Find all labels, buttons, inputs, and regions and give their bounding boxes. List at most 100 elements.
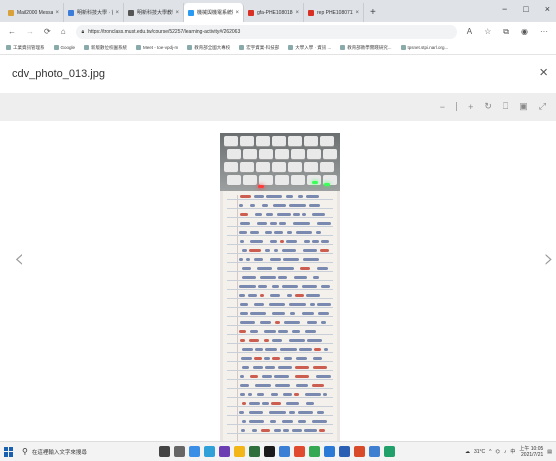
- photo-handwriting-stroke: [296, 384, 308, 387]
- next-image-button[interactable]: ›: [544, 244, 554, 274]
- taskbar-app-icon[interactable]: [219, 446, 230, 457]
- bookmark-item[interactable]: 工業資訊管理系: [6, 45, 45, 51]
- tab-close-icon[interactable]: ×: [175, 10, 179, 16]
- collections-icon[interactable]: ⧉: [503, 27, 509, 37]
- tab-favicon-icon: [308, 9, 314, 16]
- profile-icon[interactable]: ◉: [521, 27, 528, 37]
- taskbar-app-icon[interactable]: [339, 446, 350, 457]
- actual-size-icon[interactable]: ▣: [519, 101, 528, 112]
- browser-tab[interactable]: 明新科技大學 · 首頁×: [64, 3, 124, 22]
- address-bar[interactable]: 🔒︎ https://tronclass.must.edu.tw/course/…: [75, 24, 457, 39]
- photo-handwriting-stroke: [250, 231, 259, 234]
- home-icon[interactable]: ⌂: [61, 27, 66, 36]
- viewer-close-button[interactable]: ×: [539, 64, 548, 81]
- rotate-icon[interactable]: ↻: [484, 101, 492, 112]
- bookmarks-bar: 工業資訊管理系 Google 新版數位校園系統 Meet - toe-vpdj-m 教育…: [0, 41, 556, 55]
- photo-handwriting-stroke: [303, 249, 317, 252]
- network-icon[interactable]: ⌬: [495, 449, 499, 455]
- favorite-icon[interactable]: ☆: [484, 27, 491, 37]
- taskbar-app-icon[interactable]: [249, 446, 260, 457]
- browser-tab[interactable]: 明新科技大學教學資源平台×: [124, 3, 184, 22]
- tab-title: Mail2000 Message System: [17, 9, 54, 16]
- photo-ruled-line: [227, 307, 333, 308]
- tab-close-icon[interactable]: ×: [295, 10, 299, 16]
- photo-key-shape: [256, 162, 270, 172]
- photo-handwriting-stroke: [283, 393, 292, 396]
- taskbar-app-icon[interactable]: [294, 446, 305, 457]
- fullscreen-icon[interactable]: ⤢: [539, 101, 546, 112]
- tray-chevron-icon[interactable]: ^: [489, 449, 491, 455]
- photo-handwriting-stroke: [240, 240, 244, 243]
- photo-handwriting-stroke: [240, 195, 251, 198]
- tab-close-icon[interactable]: ×: [55, 10, 59, 16]
- bookmark-item[interactable]: 教育部全國大專校: [187, 45, 230, 51]
- taskbar: ⚲ 在這裡輸入文字來搜尋 ☁ 31°C ^ ⌬ ♪ 中 上午 10:05 202…: [0, 441, 556, 461]
- read-aloud-icon[interactable]: A: [467, 27, 472, 37]
- tab-close-icon[interactable]: ×: [355, 10, 359, 16]
- taskbar-app-icon[interactable]: [354, 446, 365, 457]
- close-window-button[interactable]: ×: [545, 4, 550, 14]
- taskbar-app-icon[interactable]: [264, 446, 275, 457]
- input-method[interactable]: 中: [510, 448, 515, 455]
- photo-handwriting-stroke: [242, 348, 253, 351]
- taskbar-app-icon[interactable]: [189, 446, 200, 457]
- maximize-button[interactable]: □: [523, 4, 528, 14]
- taskbar-app-icon[interactable]: [309, 446, 320, 457]
- weather-icon[interactable]: ☁: [465, 449, 470, 455]
- photo-ruled-line: [227, 352, 333, 353]
- photo-handwriting-stroke: [262, 402, 269, 405]
- back-icon[interactable]: ←: [8, 27, 16, 36]
- taskbar-app-icon[interactable]: [234, 446, 245, 457]
- zoom-in-icon[interactable]: +: [468, 102, 473, 112]
- tab-close-icon[interactable]: ×: [115, 10, 119, 16]
- reload-icon[interactable]: ⟳: [44, 27, 51, 36]
- photo-handwriting-stroke: [240, 339, 245, 342]
- taskbar-search[interactable]: ⚲ 在這裡輸入文字來搜尋: [19, 444, 154, 460]
- clock-date: 2021/7/21: [521, 451, 544, 458]
- bookmark-item[interactable]: 新版數位校園系統: [84, 45, 127, 51]
- zoom-out-icon[interactable]: −: [440, 102, 445, 112]
- bookmark-label: tpsnet.stpi.narl.org...: [407, 45, 449, 50]
- taskbar-app-icon[interactable]: [369, 446, 380, 457]
- volume-icon[interactable]: ♪: [504, 449, 507, 455]
- photo-handwriting-stroke: [271, 393, 278, 396]
- windows-start-icon[interactable]: [4, 446, 14, 457]
- forward-icon[interactable]: →: [26, 27, 34, 36]
- bookmark-item[interactable]: 大學入學 · 資訊 ...: [288, 45, 331, 51]
- bookmark-item[interactable]: 宏宇資業-科技部: [239, 45, 279, 51]
- photo-key-shape: [304, 136, 318, 146]
- browser-tab[interactable]: rep PHE1080711.pdf×: [304, 3, 364, 22]
- new-tab-button[interactable]: +: [370, 3, 376, 22]
- bookmark-item[interactable]: 教育部教學實踐研究...: [340, 45, 392, 51]
- taskbar-app-icon[interactable]: [324, 446, 335, 457]
- photo-handwriting-stroke: [265, 249, 270, 252]
- taskbar-app-icon[interactable]: [204, 446, 215, 457]
- bookmark-item[interactable]: Meet - toe-vpdj-m: [136, 45, 178, 50]
- photo-handwriting-stroke: [250, 312, 266, 315]
- more-menu-icon[interactable]: ···: [540, 27, 548, 37]
- photo-handwriting-stroke: [266, 213, 273, 216]
- browser-tab[interactable]: gfa-PHE1080186.pdf×: [244, 3, 304, 22]
- taskbar-app-icon[interactable]: [159, 446, 170, 457]
- browser-tab[interactable]: 機械與機電系統概論×: [184, 3, 244, 22]
- minimize-button[interactable]: −: [502, 4, 507, 14]
- fit-width-icon[interactable]: ⎕: [503, 101, 508, 112]
- browser-tab[interactable]: Mail2000 Message System×: [4, 3, 64, 22]
- bookmark-item[interactable]: tpsnet.stpi.narl.org...: [400, 45, 449, 50]
- taskbar-app-icon[interactable]: [384, 446, 395, 457]
- photo-ruled-line: [227, 262, 333, 263]
- photo-handwriting-stroke: [242, 402, 246, 405]
- weather-text[interactable]: 31°C: [474, 449, 485, 455]
- tab-close-icon[interactable]: ×: [235, 10, 239, 16]
- notifications-icon[interactable]: ▤: [547, 449, 552, 455]
- taskbar-clock[interactable]: 上午 10:05 2021/7/21: [519, 446, 543, 458]
- photo-ruled-line: [227, 298, 333, 299]
- photo-handwriting-stroke: [239, 231, 247, 234]
- taskbar-app-icon[interactable]: [174, 446, 185, 457]
- taskbar-app-icon[interactable]: [279, 446, 290, 457]
- previous-image-button[interactable]: ‹: [14, 244, 24, 274]
- bookmark-item[interactable]: Google: [53, 45, 75, 50]
- photo-handwriting-stroke: [289, 303, 306, 306]
- photo-key-shape: [272, 162, 286, 172]
- photo-handwriting-stroke: [280, 240, 284, 243]
